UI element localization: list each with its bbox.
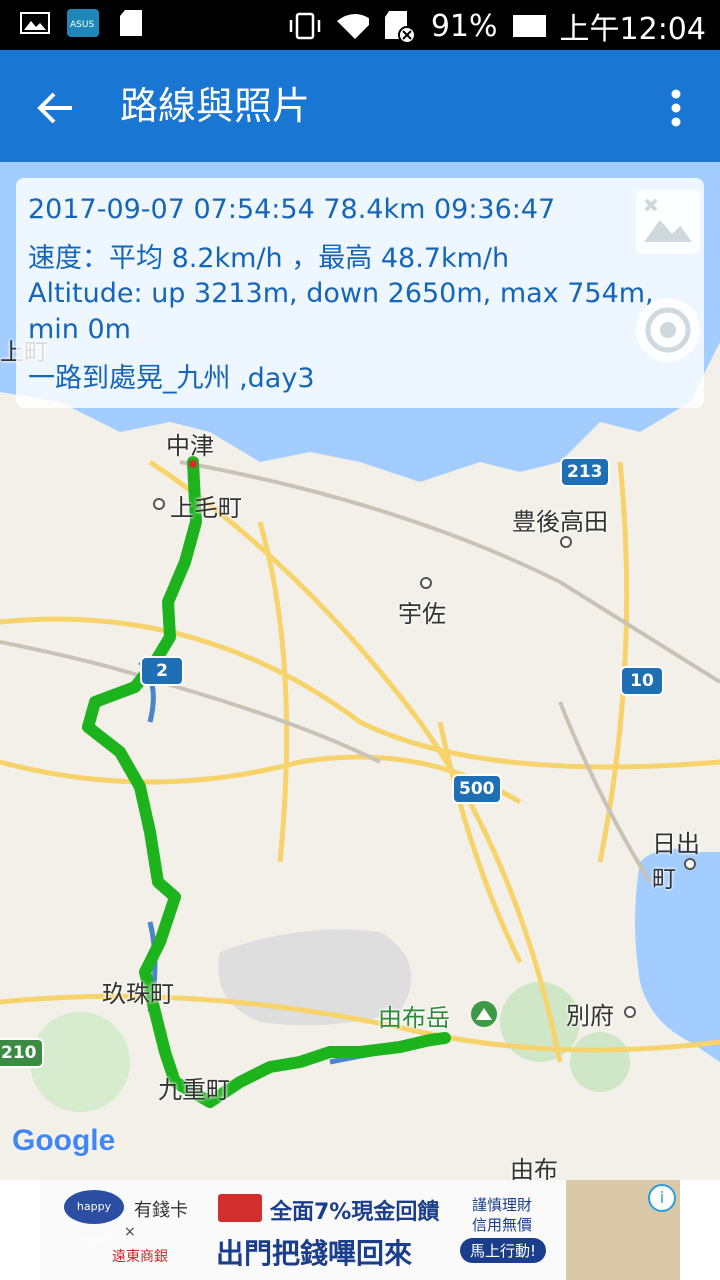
road-shield-210: 210 xyxy=(0,1038,44,1068)
clock: 上午12:04 xyxy=(559,12,706,47)
ad-side-text1: 謹慎理財 xyxy=(472,1196,533,1214)
road-shield-212: 2 xyxy=(140,656,184,686)
credit-card-icon xyxy=(218,1194,262,1222)
page-title: 路線與照片 xyxy=(120,84,311,128)
track-info-card: 2017-09-07 07:54:54 78.4km 09:36:47 速度：平… xyxy=(16,178,704,408)
app-bar: 路線與照片 xyxy=(0,50,720,162)
info-track-name: 一路到處晃_九州 ,day3 xyxy=(28,363,315,394)
place-yufudake: 由布岳 xyxy=(378,1004,450,1032)
photo-icon xyxy=(636,190,700,254)
gallery-notification-icon xyxy=(18,8,52,38)
photo-gallery-button[interactable] xyxy=(632,186,704,258)
place-nakatsu: 中津 xyxy=(166,432,214,460)
place-kokonoe: 九重町 xyxy=(158,1076,230,1104)
info-altitude-min: min 0m xyxy=(28,314,131,345)
ad-side-text2: 信用無價 xyxy=(472,1216,533,1234)
svg-text:ASUS: ASUS xyxy=(70,20,94,30)
wifi-icon xyxy=(335,11,369,41)
place-beppu: 別府 xyxy=(566,1002,614,1030)
battery-percent: 91% xyxy=(430,8,498,44)
arrow-back-icon xyxy=(37,92,72,124)
ad-container: happy cash 有錢卡 × 遠東商銀 全面7%現金回饋 出門把錢嗶回來 謹… xyxy=(0,1180,720,1280)
more-vert-icon xyxy=(671,89,681,127)
ad-headline-bottom: 出門把錢嗶回來 xyxy=(216,1237,413,1270)
mountain-peak-icon xyxy=(470,1000,498,1032)
road-shield-500: 500 xyxy=(452,774,502,804)
back-button[interactable] xyxy=(28,80,84,136)
ad-banner[interactable]: happy cash 有錢卡 × 遠東商銀 全面7%現金回饋 出門把錢嗶回來 謹… xyxy=(40,1180,680,1280)
road-shield-213: 213 xyxy=(560,457,610,487)
place-dot xyxy=(624,1006,636,1018)
sd-card-error-icon xyxy=(383,11,417,43)
place-kusu: 玖珠町 xyxy=(102,980,174,1008)
google-logo: Google xyxy=(12,1124,115,1158)
rotate-icon xyxy=(636,298,700,362)
ad-cta-button[interactable]: 馬上行動! xyxy=(460,1238,547,1263)
ad-info-icon[interactable]: i xyxy=(648,1184,676,1212)
place-kamike: 上毛町 xyxy=(170,494,242,522)
ad-card-text: 有錢卡 xyxy=(134,1200,188,1221)
place-dot xyxy=(153,498,165,510)
place-bungotakada: 豊後高田 xyxy=(512,508,608,536)
info-speed: 速度：平均 8.2km/h ，最高 48.7km/h xyxy=(28,243,510,274)
road-shield-10: 10 xyxy=(620,666,664,696)
ad-headline-top: 全面7%現金回饋 xyxy=(270,1200,440,1225)
asus-app-icon: ASUS xyxy=(66,8,100,38)
battery-icon xyxy=(512,11,546,41)
status-bar: ASUS 91% 上午12:04 xyxy=(0,0,720,50)
google-logo-text: Google xyxy=(12,1124,116,1157)
place-dot xyxy=(420,577,432,589)
place-yufu: 由布 xyxy=(510,1156,558,1180)
rotate-view-button[interactable] xyxy=(632,294,704,366)
place-dot xyxy=(684,858,696,870)
vibrate-icon xyxy=(287,11,321,41)
ad-x: × xyxy=(124,1224,136,1240)
sd-card-icon xyxy=(114,8,148,38)
place-usa: 宇佐 xyxy=(398,600,446,628)
place-dot xyxy=(560,536,572,548)
ad-bank: 遠東商銀 xyxy=(112,1249,168,1265)
happy-cash-logo: happy cash xyxy=(64,1190,124,1247)
info-datetime-distance: 2017-09-07 07:54:54 78.4km 09:36:47 xyxy=(28,194,556,225)
route-start-marker xyxy=(189,460,197,468)
overflow-menu-button[interactable] xyxy=(656,80,696,136)
info-altitude: Altitude: up 3213m, down 2650m, max 754m… xyxy=(28,278,654,309)
